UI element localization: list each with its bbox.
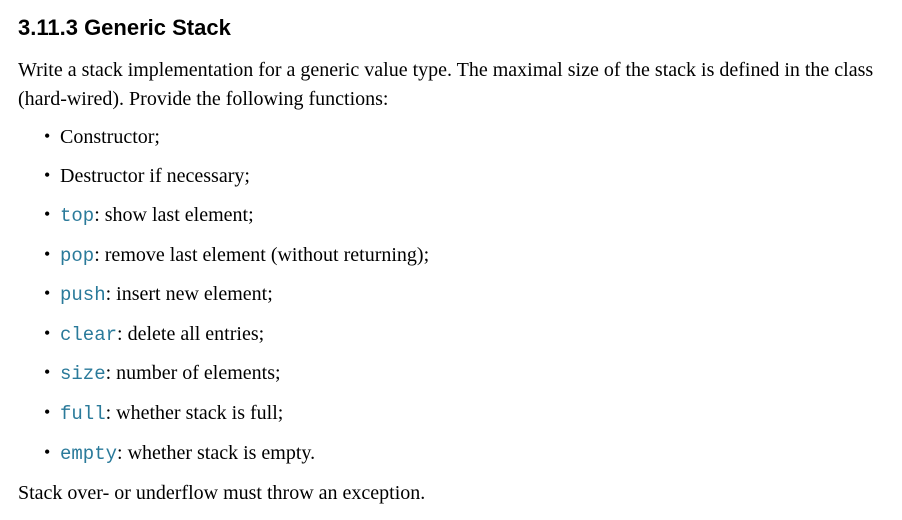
item-text: : whether stack is full; (106, 402, 284, 424)
item-text: : whether stack is empty. (117, 442, 315, 464)
list-item: empty: whether stack is empty. (60, 440, 884, 468)
function-list: Constructor; Destructor if necessary; to… (18, 124, 884, 467)
code-token: empty (60, 443, 117, 465)
list-item: Constructor; (60, 124, 884, 151)
item-text: : delete all entries; (117, 323, 264, 345)
list-item: size: number of elements; (60, 360, 884, 388)
item-text: : insert new element; (106, 283, 273, 305)
item-text: : remove last element (without returning… (94, 244, 429, 266)
list-item: clear: delete all entries; (60, 321, 884, 349)
list-item: pop: remove last element (without return… (60, 242, 884, 270)
code-token: size (60, 363, 106, 385)
item-text: : number of elements; (106, 362, 281, 384)
code-token: push (60, 284, 106, 306)
item-text: Constructor; (60, 126, 160, 148)
section-heading: 3.11.3 Generic Stack (18, 12, 884, 44)
code-token: pop (60, 245, 94, 267)
outro-paragraph: Stack over- or underflow must throw an e… (18, 479, 884, 508)
item-text: Destructor if necessary; (60, 165, 250, 187)
code-token: clear (60, 324, 117, 346)
item-text: : show last element; (94, 204, 253, 226)
list-item: top: show last element; (60, 202, 884, 230)
list-item: Destructor if necessary; (60, 163, 884, 190)
list-item: push: insert new element; (60, 281, 884, 309)
intro-paragraph: Write a stack implementation for a gener… (18, 56, 884, 114)
code-token: full (60, 403, 106, 425)
code-token: top (60, 205, 94, 227)
list-item: full: whether stack is full; (60, 400, 884, 428)
